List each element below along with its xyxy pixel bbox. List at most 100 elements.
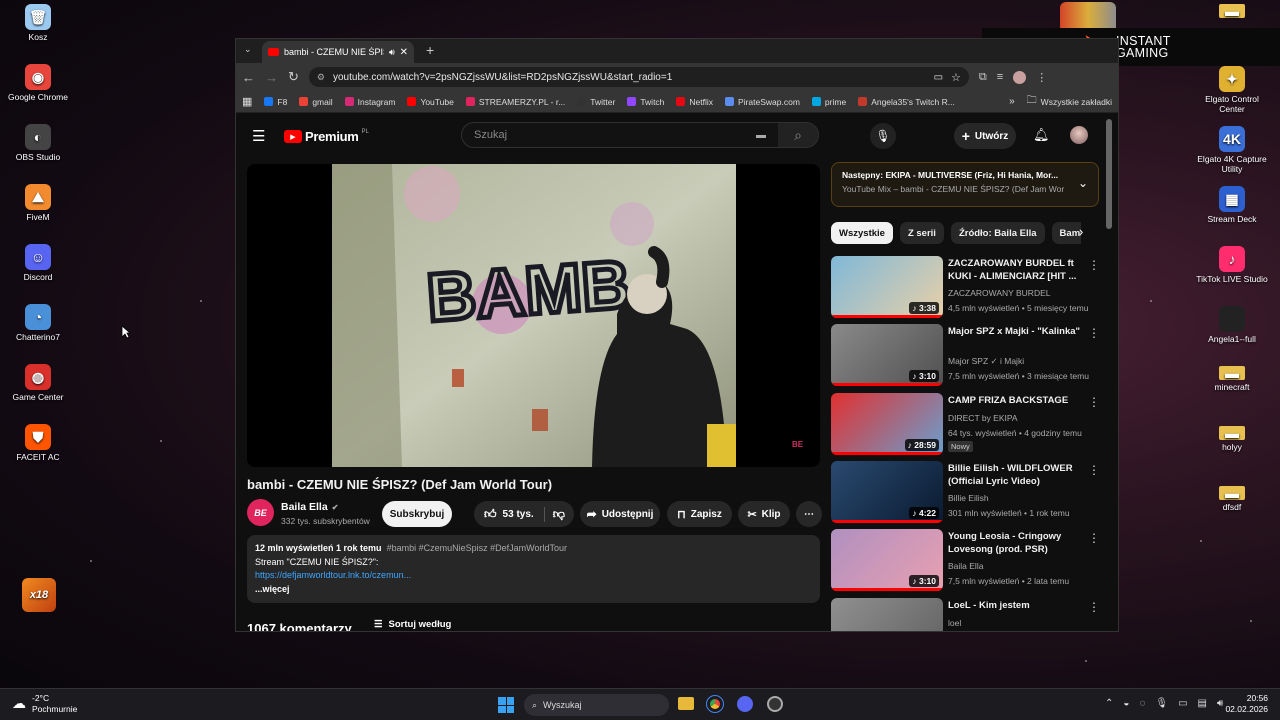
cast-icon[interactable]: ▭: [934, 72, 943, 83]
more-vertical-icon[interactable]: ⋮: [1088, 258, 1100, 272]
tray-chevron-icon[interactable]: ⌃: [1105, 698, 1113, 709]
media-control-icon[interactable]: ≡: [997, 71, 1003, 83]
desktop-icon-right-8[interactable]: ▬ dfsdf: [1194, 485, 1270, 513]
extensions-icon[interactable]: ⧉: [979, 71, 987, 84]
subscribe-button[interactable]: Subskrybuj: [382, 501, 452, 527]
tray-discord-icon[interactable]: ◒: [1123, 698, 1129, 709]
more-vertical-icon[interactable]: ⋮: [1088, 395, 1100, 409]
desktop-icon-right-1[interactable]: ✦ Elgato Control Center: [1194, 66, 1270, 115]
related-video-item[interactable]: ♪ 4:22 Billie Eilish - WILDFLOWER (Offic…: [831, 461, 1101, 525]
bookmark-item[interactable]: Netflix: [676, 97, 713, 107]
search-box[interactable]: Szukaj ▬ ⌕: [461, 122, 819, 148]
account-avatar[interactable]: [1070, 126, 1088, 144]
description-box[interactable]: 12 mln wyświetleń 1 rok temu #bambi #Cze…: [247, 535, 820, 603]
search-input[interactable]: Szukaj: [474, 129, 756, 141]
related-video-title[interactable]: LoeL - Kim jestem: [948, 600, 1082, 613]
more-actions-button[interactable]: ⋯: [796, 501, 822, 527]
create-button[interactable]: + Utwórz: [954, 123, 1016, 149]
bookmark-item[interactable]: F8: [264, 97, 287, 107]
video-thumbnail[interactable]: ♪ 4:22: [831, 461, 943, 523]
all-bookmarks-button[interactable]: 🗀 Wszystkie zakładki: [1027, 93, 1112, 110]
more-vertical-icon[interactable]: ⋮: [1088, 531, 1100, 545]
clip-button[interactable]: ✂ Klip: [738, 501, 790, 527]
scrollbar[interactable]: [1106, 119, 1112, 229]
tray-display-icon[interactable]: ▭: [1178, 698, 1187, 709]
related-video-title[interactable]: Young Leosia - Cringowy Lovesong (prod. …: [948, 531, 1082, 557]
url-text[interactable]: youtube.com/watch?v=2psNGZjssWU&list=RD2…: [333, 72, 926, 83]
description-tags[interactable]: #bambi #CzemuNieSpisz #DefJamWorldTour: [387, 543, 567, 553]
show-more-button[interactable]: ...więcej: [255, 583, 812, 597]
reload-icon[interactable]: ↻: [288, 69, 299, 85]
more-bookmarks-icon[interactable]: »: [1009, 96, 1015, 107]
related-video-item[interactable]: ♪ 3:38 ZACZAROWANY BURDEL ft KUKI - ALIM…: [831, 256, 1101, 320]
address-bar[interactable]: ⚙ youtube.com/watch?v=2psNGZjssWU&list=R…: [308, 67, 969, 87]
desktop-icon-right-6[interactable]: ▬ minecraft: [1194, 365, 1270, 393]
desktop-icon-right-3[interactable]: ▦ Stream Deck: [1194, 186, 1270, 225]
related-video-title[interactable]: ZACZAROWANY BURDEL ft KUKI - ALIMENCIARZ…: [948, 258, 1082, 284]
video-thumbnail[interactable]: ♪ 3:10: [831, 324, 943, 386]
desktop-icon-5[interactable]: ◔ Chatterino7: [0, 304, 76, 343]
taskbar-search[interactable]: ⌕ Wyszukaj: [524, 694, 669, 716]
bookmark-item[interactable]: Twitter: [577, 97, 615, 107]
chrome-taskbar-icon[interactable]: [706, 695, 724, 713]
tray-obs-icon[interactable]: ◌: [1139, 698, 1145, 709]
bookmark-item[interactable]: STREAMERZY.PL - r...: [465, 97, 565, 107]
desktop-icon-2[interactable]: ◐ OBS Studio: [0, 124, 76, 163]
bookmark-item[interactable]: YouTube: [407, 97, 454, 107]
file-explorer-icon[interactable]: [678, 697, 694, 710]
site-info-icon[interactable]: ⚙: [317, 72, 325, 83]
related-video-item[interactable]: ♪ 3:10 Young Leosia - Cringowy Lovesong …: [831, 529, 1101, 593]
discord-taskbar-icon[interactable]: [737, 696, 753, 712]
bookmark-item[interactable]: Instagram: [344, 97, 395, 107]
chips-next-icon[interactable]: ›: [1079, 224, 1083, 239]
bookmark-item[interactable]: Twitch: [627, 97, 664, 107]
save-button[interactable]: ⊓ Zapisz: [667, 501, 732, 527]
related-video-channel[interactable]: Major SPZ ✓ i Majki: [948, 356, 1024, 367]
desktop-icon-right-5[interactable]: Angela1--full: [1194, 306, 1270, 345]
like-button[interactable]: 👍︎ 53 tys.: [484, 506, 545, 522]
start-button[interactable]: [498, 697, 514, 713]
apps-grid-icon[interactable]: ▦: [242, 95, 252, 108]
video-player[interactable]: BAMB BE: [247, 164, 820, 467]
speaker-icon[interactable]: 🔊︎: [389, 47, 395, 58]
more-vertical-icon[interactable]: ⋮: [1088, 326, 1100, 340]
desktop-icon-x18[interactable]: x18: [1, 578, 77, 615]
browser-menu-icon[interactable]: ⋮: [1036, 71, 1047, 84]
related-video-title[interactable]: Billie Eilish - WILDFLOWER (Official Lyr…: [948, 463, 1082, 489]
desktop-icon-right-4[interactable]: ♪ TikTok LIVE Studio: [1194, 246, 1270, 285]
up-next-panel[interactable]: Następny: EKIPA - MULTIVERSE (Friz, Hi H…: [831, 162, 1099, 207]
tray-network-icon[interactable]: ▤: [1198, 698, 1207, 709]
tray-mic-icon[interactable]: 🎙︎: [1155, 698, 1168, 709]
youtube-logo[interactable]: ▶ Premium PL: [284, 129, 369, 144]
desktop-icon-7[interactable]: ⛊ FACEIT AC: [0, 424, 76, 463]
back-icon[interactable]: ←: [242, 70, 255, 85]
hamburger-menu-icon[interactable]: ☰: [252, 127, 265, 145]
bookmark-item[interactable]: gmail: [299, 97, 333, 107]
desktop-icon-3[interactable]: ⛰ FiveM: [0, 184, 76, 223]
obs-taskbar-icon[interactable]: [767, 696, 783, 712]
video-thumbnail[interactable]: ♪ 3:38: [831, 256, 943, 318]
related-video-item[interactable]: ♪ 28:59 CAMP FRIZA BACKSTAGE DIRECT by E…: [831, 393, 1101, 457]
more-vertical-icon[interactable]: ⋮: [1088, 600, 1100, 614]
related-video-title[interactable]: CAMP FRIZA BACKSTAGE: [948, 395, 1082, 408]
dislike-button[interactable]: 👎︎: [545, 507, 565, 522]
notifications-bell-icon[interactable]: 🔔︎: [1033, 127, 1050, 143]
bookmark-item[interactable]: prime: [811, 97, 846, 107]
description-link[interactable]: https://defjamworldtour.lnk.to/czemun...: [255, 569, 812, 583]
channel-name[interactable]: Baila Ella ✔: [281, 501, 338, 513]
voice-search-button[interactable]: 🎙︎: [870, 123, 896, 149]
bookmark-star-icon[interactable]: ☆: [951, 71, 961, 84]
share-button[interactable]: ➦ Udostępnij: [580, 501, 660, 527]
tray-volume-icon[interactable]: 🔊︎: [1217, 698, 1223, 709]
video-thumbnail[interactable]: ♪ 3:10: [831, 529, 943, 591]
desktop-icon-4[interactable]: ☺ Discord: [0, 244, 76, 283]
desktop-icon-0[interactable]: 🗑 Kosz: [0, 4, 76, 43]
related-video-channel[interactable]: DIRECT by EKIPA: [948, 413, 1018, 423]
desktop-icon-right-0[interactable]: ▬: [1194, 3, 1270, 21]
related-video-channel[interactable]: Baila Ella: [948, 561, 983, 571]
video-thumbnail[interactable]: [831, 598, 943, 631]
new-tab-button[interactable]: +: [426, 42, 434, 58]
filter-chip[interactable]: Wszystkie: [831, 222, 893, 244]
bookmark-item[interactable]: PirateSwap.com: [725, 97, 800, 107]
filter-chip[interactable]: Z serii: [899, 222, 944, 244]
